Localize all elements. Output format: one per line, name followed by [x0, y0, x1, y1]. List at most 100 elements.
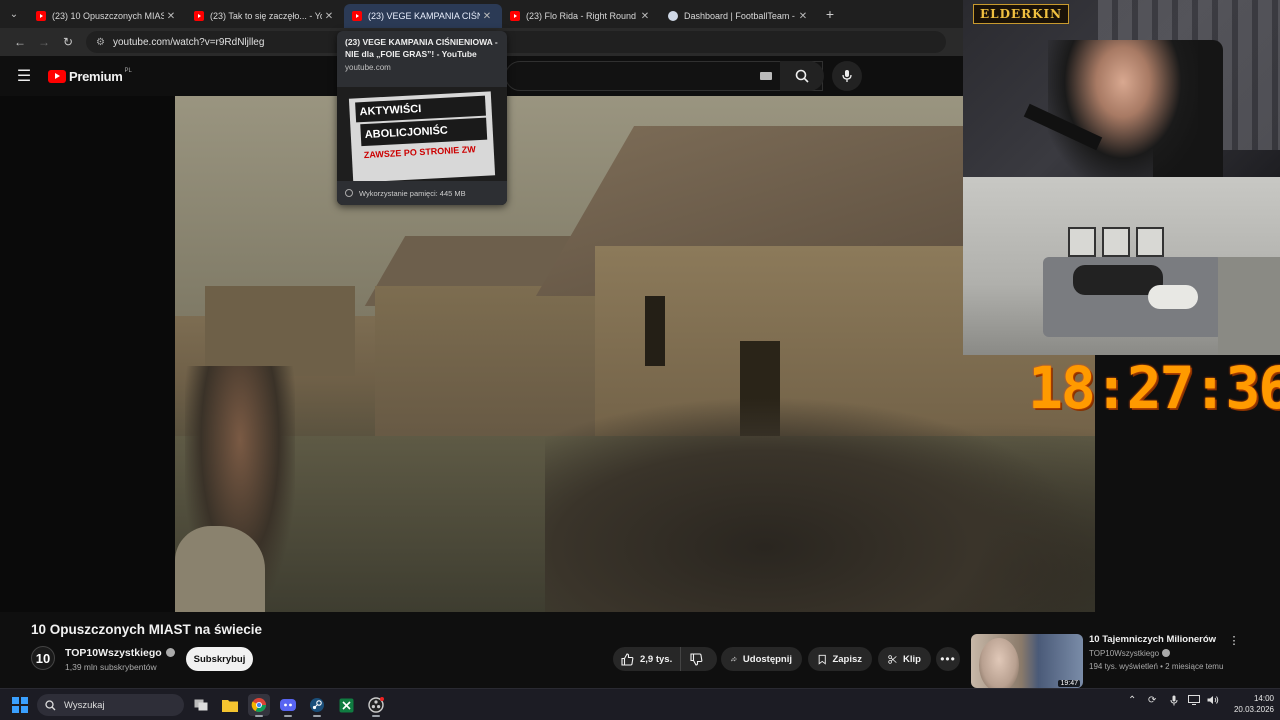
banner-text: ZAWSZE PO STRONIE ZW [363, 144, 476, 161]
share-label: Udostępnij [742, 653, 792, 665]
tab-title: (23) 10 Opuszczonych MIAST n [52, 11, 164, 21]
volume-icon[interactable] [1207, 695, 1219, 708]
windows-start-icon[interactable] [12, 697, 28, 713]
video-player[interactable] [175, 96, 1095, 612]
taskbar-clock[interactable]: 14:00 20.03.2026 [1228, 693, 1274, 715]
reload-icon[interactable]: ↻ [56, 35, 80, 49]
tab-title: (23) Flo Rida - Right Round (fea [526, 11, 638, 21]
browser-tab[interactable]: (23) 10 Opuszczonych MIAST n ✕ [28, 4, 186, 28]
voice-search-button[interactable] [832, 61, 862, 91]
clip-button[interactable]: Klip [878, 647, 931, 671]
memory-gauge-icon [345, 189, 353, 197]
thumbs-up-icon [621, 652, 634, 666]
show-hidden-icons-chevron-icon[interactable]: ⌃ [1128, 695, 1136, 706]
memory-usage: Wykorzystanie pamięci: 445 MB [337, 181, 507, 205]
dislike-button[interactable] [681, 647, 717, 671]
close-tab-icon[interactable]: ✕ [638, 11, 652, 22]
recommended-video-thumbnail[interactable]: 19:47 [971, 634, 1083, 688]
back-arrow-icon[interactable]: ← [8, 35, 32, 49]
youtube-play-icon [48, 69, 66, 83]
video-duration: 19:47 [1058, 680, 1080, 687]
tab-title: (23) VEGE KAMPANIA CIŚNIENI [368, 11, 480, 21]
address-bar[interactable]: ⚙ youtube.com/watch?v=r9RdNljlleg [86, 31, 946, 53]
more-actions-icon[interactable]: ••• [936, 647, 960, 671]
youtube-icon [510, 11, 520, 21]
tab-search-chevron-icon[interactable]: ⌄ [0, 0, 28, 28]
hover-card-host: youtube.com [345, 63, 391, 72]
task-view-icon[interactable] [190, 694, 212, 716]
save-button[interactable]: Zapisz [808, 647, 872, 671]
hamburger-menu-icon[interactable]: ☰ [0, 66, 48, 86]
steam-icon[interactable] [306, 694, 328, 717]
youtube-premium-logo[interactable]: Premium PL [48, 68, 132, 84]
channel-name-row[interactable]: TOP10Wszystkiego [65, 647, 175, 659]
keyboard-icon[interactable] [760, 72, 772, 80]
subscribe-button[interactable]: Subskrybuj [186, 647, 253, 671]
search-input[interactable] [505, 61, 823, 91]
youtube-icon [36, 11, 46, 21]
new-tab-button[interactable]: + [818, 6, 842, 22]
display-icon[interactable] [1188, 695, 1200, 708]
room-pillow [1148, 285, 1198, 309]
obs-icon[interactable] [365, 694, 387, 717]
close-tab-icon[interactable]: ✕ [796, 11, 810, 22]
like-dislike-group: 2,9 tys. [613, 647, 717, 671]
recommended-video-meta: 194 tys. wyświetleń • 2 miesiące temu [1089, 662, 1224, 671]
verified-icon [1162, 649, 1171, 657]
search-button[interactable] [780, 61, 824, 91]
clip-label: Klip [903, 653, 921, 665]
discord-icon[interactable] [277, 694, 299, 717]
side-panel-background [1095, 420, 1280, 632]
close-tab-icon[interactable]: ✕ [164, 11, 178, 22]
microphone-icon[interactable] [1170, 695, 1178, 709]
forward-arrow-icon[interactable]: → [32, 35, 56, 49]
tab-title: (23) Tak to się zaczęło... - YouTu [210, 11, 322, 21]
more-options-icon[interactable]: ⋮ [1228, 634, 1240, 647]
banner-text: ABOLICJONIŚC [360, 117, 488, 147]
webcam-streamer [1048, 40, 1198, 177]
like-button[interactable]: 2,9 tys. [613, 647, 681, 671]
recommended-video-title[interactable]: 10 Tajemniczych Milionerów [1089, 634, 1219, 645]
stream-clock: 18:27:36 [1028, 354, 1280, 422]
verified-icon [165, 648, 175, 657]
chrome-icon[interactable] [248, 694, 270, 717]
globe-icon [668, 11, 678, 21]
memory-usage-text: Wykorzystanie pamięci: 445 MB [359, 188, 466, 198]
browser-tab[interactable]: Dashboard | FootballTeam - On ✕ [660, 4, 818, 28]
thumbs-down-icon [689, 652, 702, 666]
logo-text: Premium [69, 68, 123, 84]
browser-tab-active[interactable]: (23) VEGE KAMPANIA CIŚNIENI ✕ [344, 4, 502, 28]
channel-avatar[interactable]: 10 [31, 646, 55, 670]
browser-tab[interactable]: (23) Flo Rida - Right Round (fea ✕ [502, 4, 660, 28]
thumbnail-face [979, 638, 1019, 688]
video-frame-villagers [545, 396, 1095, 612]
search-icon [45, 699, 56, 710]
taskbar-search[interactable]: Wyszukaj [37, 694, 184, 716]
banner-image: AKTYWIŚCI ABOLICJONIŚC ZAWSZE PO STRONIE… [348, 91, 496, 183]
video-frame-cottage [205, 286, 355, 376]
video-frame-rock [175, 526, 265, 612]
excel-icon[interactable] [335, 694, 357, 716]
microphone-icon [842, 70, 852, 82]
browser-tab[interactable]: (23) Tak to się zaczęło... - YouTu ✕ [186, 4, 344, 28]
close-tab-icon[interactable]: ✕ [480, 11, 494, 22]
logo-region: PL [124, 68, 132, 74]
video-frame-window [645, 296, 665, 366]
file-explorer-icon[interactable] [219, 694, 241, 716]
tab-hover-card: (23) VEGE KAMPANIA CIŚNIENIOWA - NIE dla… [337, 31, 507, 205]
youtube-icon [194, 11, 204, 21]
site-info-icon[interactable]: ⚙ [96, 37, 105, 48]
recommended-channel-row: TOP10Wszystkiego [1089, 649, 1171, 658]
share-button[interactable]: Udostępnij [721, 647, 802, 671]
recommended-channel[interactable]: TOP10Wszystkiego [1089, 649, 1159, 658]
windows-taskbar: Wyszukaj ⌃ ⟳ 14:00 20.03.2026 [0, 688, 1280, 720]
taskbar-time: 14:00 [1253, 694, 1274, 703]
stream-logo: ELDERKIN [973, 4, 1070, 24]
share-icon [731, 656, 737, 662]
wall-frames [1068, 227, 1168, 257]
sync-icon[interactable]: ⟳ [1148, 695, 1156, 706]
room-furniture [1218, 257, 1280, 355]
close-tab-icon[interactable]: ✕ [322, 11, 336, 22]
hover-card-title: (23) VEGE KAMPANIA CIŚNIENIOWA - NIE dla… [345, 37, 498, 59]
channel-name[interactable]: TOP10Wszystkiego [65, 647, 162, 659]
